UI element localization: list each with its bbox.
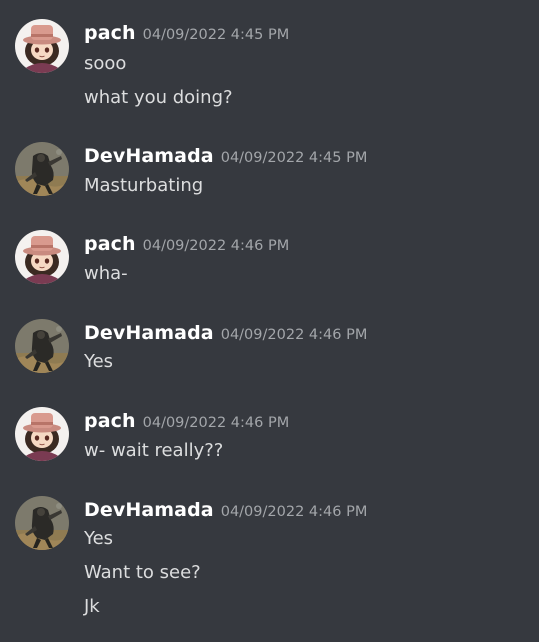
pach-avatar-icon (15, 19, 69, 73)
avatar[interactable] (15, 19, 69, 73)
username[interactable]: pach (84, 410, 136, 432)
devhamada-avatar-icon (15, 496, 69, 550)
message-text: Yes (84, 528, 114, 549)
timestamp: 04/09/2022 4:46 PM (220, 327, 368, 343)
message-header: pach 04/09/2022 4:46 PM (84, 408, 289, 436)
username[interactable]: DevHamada (84, 499, 214, 521)
username[interactable]: DevHamada (84, 145, 214, 167)
message-text: Masturbating (84, 175, 204, 196)
timestamp: 04/09/2022 4:45 PM (220, 150, 368, 166)
devhamada-avatar-icon (15, 142, 69, 196)
username[interactable]: DevHamada (84, 322, 214, 344)
message-header: DevHamada 04/09/2022 4:45 PM (84, 143, 367, 171)
message-text: wha- (84, 263, 128, 284)
message-text: what you doing? (84, 87, 233, 108)
timestamp: 04/09/2022 4:46 PM (220, 504, 368, 520)
pach-avatar-icon (15, 230, 69, 284)
message-header: pach 04/09/2022 4:46 PM (84, 231, 289, 259)
avatar[interactable] (15, 319, 69, 373)
message-text: sooo (84, 53, 127, 74)
message-text: Want to see? (84, 562, 201, 583)
devhamada-avatar-icon (15, 319, 69, 373)
timestamp: 04/09/2022 4:46 PM (142, 238, 290, 254)
avatar[interactable] (15, 142, 69, 196)
avatar[interactable] (15, 496, 69, 550)
avatar[interactable] (15, 230, 69, 284)
message-text: Yes (84, 351, 114, 372)
message-text: w- wait really?? (84, 440, 224, 461)
username[interactable]: pach (84, 22, 136, 44)
message-header: pach 04/09/2022 4:45 PM (84, 20, 289, 48)
timestamp: 04/09/2022 4:45 PM (142, 27, 290, 43)
timestamp: 04/09/2022 4:46 PM (142, 415, 290, 431)
username[interactable]: pach (84, 233, 136, 255)
message-header: DevHamada 04/09/2022 4:46 PM (84, 320, 367, 348)
avatar[interactable] (15, 407, 69, 461)
pach-avatar-icon (15, 407, 69, 461)
message-header: DevHamada 04/09/2022 4:46 PM (84, 497, 367, 525)
message-text: Jk (84, 596, 100, 617)
